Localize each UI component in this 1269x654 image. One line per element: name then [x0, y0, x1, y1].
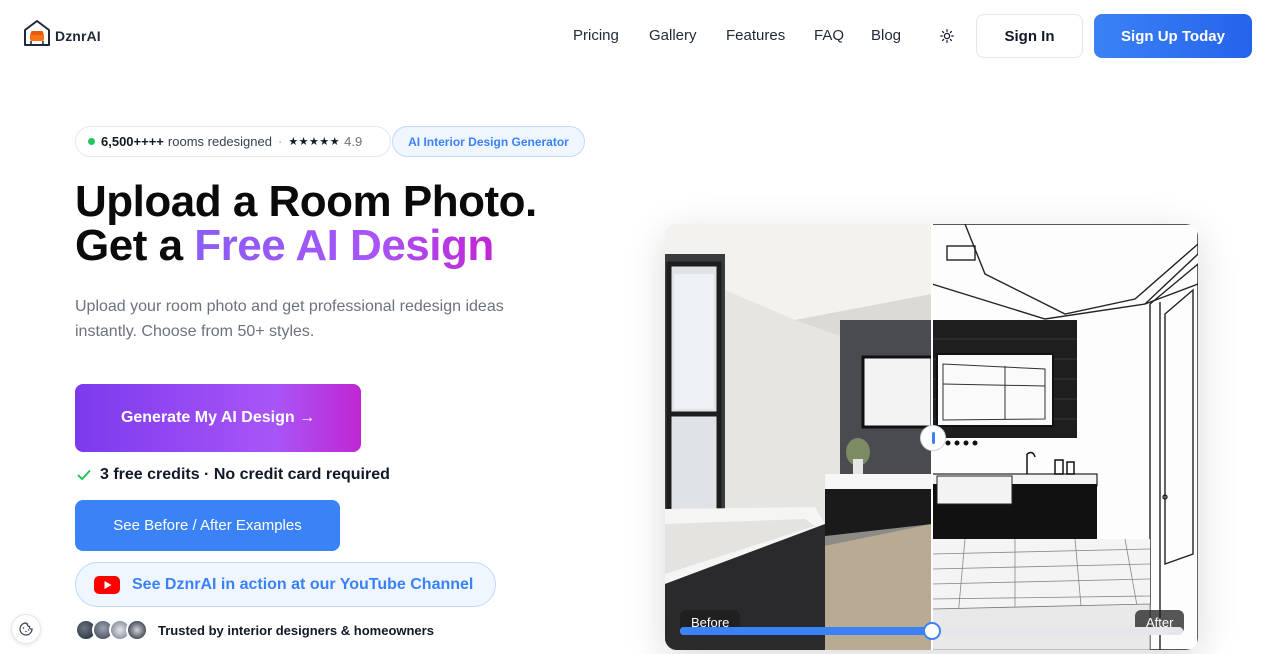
- house-chair-icon: [24, 20, 50, 46]
- sign-up-button[interactable]: Sign Up Today: [1094, 14, 1252, 58]
- credits-text: 3 free credits · No credit card required: [100, 466, 390, 483]
- trusted-by: Trusted by interior designers & homeowne…: [75, 619, 434, 641]
- credits-note: 3 free credits · No credit card required: [77, 466, 390, 484]
- rooms-label: rooms redesigned: [167, 134, 272, 149]
- sign-in-button[interactable]: Sign In: [976, 14, 1083, 58]
- cookie-icon: [19, 622, 33, 636]
- compare-slider-fill: [680, 627, 932, 635]
- after-sketch: [931, 224, 1198, 650]
- brand-name: DznrAI: [55, 28, 101, 44]
- youtube-link-text: See DznrAI in action at our YouTube Chan…: [132, 575, 474, 593]
- brand-logo[interactable]: DznrAI: [22, 18, 101, 48]
- headline-highlight: Free AI Design: [194, 221, 494, 270]
- status-dot: [88, 138, 95, 145]
- site-header: DznrAI Pricing Gallery Features FAQ Blog…: [0, 0, 1269, 72]
- compare-slider-thumb[interactable]: [922, 622, 941, 640]
- avatar: [126, 619, 148, 641]
- examples-button[interactable]: See Before / After Examples: [75, 500, 340, 551]
- headline-line-1: Upload a Room Photo.: [75, 177, 537, 226]
- cookie-settings-button[interactable]: [11, 614, 41, 644]
- youtube-channel-link[interactable]: See DznrAI in action at our YouTube Chan…: [75, 562, 496, 607]
- rooms-count: 6,500++++: [101, 134, 164, 149]
- before-photo: [665, 224, 934, 650]
- nav-faq[interactable]: FAQ: [814, 27, 844, 44]
- grip-icon: [931, 432, 935, 444]
- rating-badge: 6,500++++ rooms redesigned · ★★★★★ 4.9: [75, 126, 391, 157]
- sun-icon: [940, 29, 954, 43]
- generate-design-button[interactable]: Generate My AI Design →: [75, 384, 361, 452]
- rating-score: 4.9: [344, 134, 363, 149]
- headline-line-2: Get a Free AI Design: [75, 224, 537, 268]
- youtube-icon: [94, 575, 120, 594]
- headline-prefix: Get a: [75, 221, 195, 270]
- trusted-text: Trusted by interior designers & homeowne…: [158, 622, 434, 638]
- hero-subtext: Upload your room photo and get professio…: [75, 298, 504, 340]
- badge-separator: ·: [277, 134, 283, 149]
- nav-gallery[interactable]: Gallery: [649, 27, 697, 44]
- nav-pricing[interactable]: Pricing: [573, 27, 619, 44]
- nav-features[interactable]: Features: [726, 27, 785, 44]
- compare-slider[interactable]: [680, 622, 1183, 640]
- before-after-comparison[interactable]: Before After: [665, 224, 1198, 650]
- star-rating-icon: ★★★★★: [288, 136, 341, 148]
- nav-blog[interactable]: Blog: [871, 27, 901, 44]
- compare-divider-handle[interactable]: [920, 425, 946, 451]
- check-icon: [77, 470, 91, 480]
- avatar-group: [75, 619, 148, 641]
- hero-headline: Upload a Room Photo. Get a Free AI Desig…: [75, 180, 537, 268]
- theme-toggle-button[interactable]: [937, 26, 957, 46]
- category-tag: AI Interior Design Generator: [392, 126, 585, 157]
